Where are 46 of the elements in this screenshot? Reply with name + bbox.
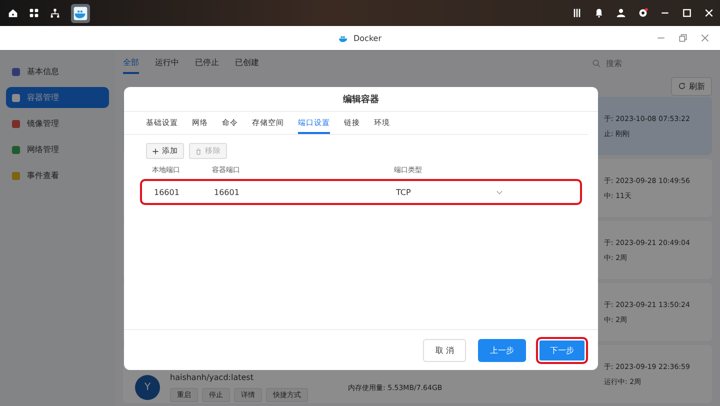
search-field[interactable]: 搜索 (604, 58, 708, 68)
network-icon[interactable] (50, 8, 60, 18)
avatar: Y (135, 375, 160, 400)
whale-icon (338, 34, 350, 42)
sidebar-item[interactable]: 基本信息 (6, 61, 109, 82)
sidebar-label: 网络管理 (27, 144, 59, 155)
dialog-title: 编辑容器 (124, 87, 598, 112)
category-icon (12, 94, 20, 102)
category-icon (12, 120, 20, 128)
sidebar-label: 基本信息 (27, 66, 59, 77)
sidebar-item[interactable]: 容器管理 (6, 87, 109, 108)
category-icon (12, 172, 20, 180)
container-port-cell-text: 16601 (214, 188, 240, 196)
dialog-button[interactable]: 下一步 (536, 336, 588, 364)
sidebar-item[interactable]: 事件查看 (6, 165, 109, 186)
refresh-button[interactable]: 刷新 (671, 76, 712, 96)
home-icon[interactable] (8, 8, 18, 18)
search-icon (592, 58, 601, 68)
sidebar-item[interactable]: 网络管理 (6, 139, 109, 160)
restore-icon[interactable] (678, 33, 688, 43)
plus-icon (152, 148, 159, 154)
apps-grid-icon[interactable] (29, 8, 39, 18)
sidebar-label: 镜像管理 (27, 118, 59, 129)
filter-tab[interactable]: 运行中 (155, 52, 179, 74)
dialog-button[interactable]: 上一步 (476, 336, 528, 364)
refresh-icon (678, 82, 686, 90)
port-type-select[interactable]: TCP (396, 188, 411, 196)
equalizer-icon[interactable] (572, 8, 582, 18)
sidebar-label: 事件查看 (27, 170, 59, 181)
filter-tab[interactable]: 已停止 (195, 52, 219, 74)
category-icon (12, 68, 20, 76)
dialog-button[interactable]: 取 消 (421, 336, 468, 364)
category-icon (12, 146, 20, 154)
filter-tab[interactable]: 全部 (123, 52, 139, 74)
filter-tab[interactable]: 已创建 (235, 52, 259, 74)
user-icon[interactable] (616, 8, 626, 18)
trash-icon (195, 148, 202, 154)
sidebar-item[interactable]: 镜像管理 (6, 113, 109, 134)
local-port-cell-text: 16601 (154, 188, 180, 196)
image-name: haishanh/yacd:latest (170, 373, 254, 382)
window-title: Docker (353, 34, 382, 42)
sidebar-label: 容器管理 (27, 92, 59, 103)
whale-app-icon[interactable] (71, 4, 90, 22)
settings-icon[interactable] (638, 8, 648, 18)
bell-icon[interactable] (594, 8, 604, 18)
maximize-icon[interactable] (682, 8, 692, 18)
